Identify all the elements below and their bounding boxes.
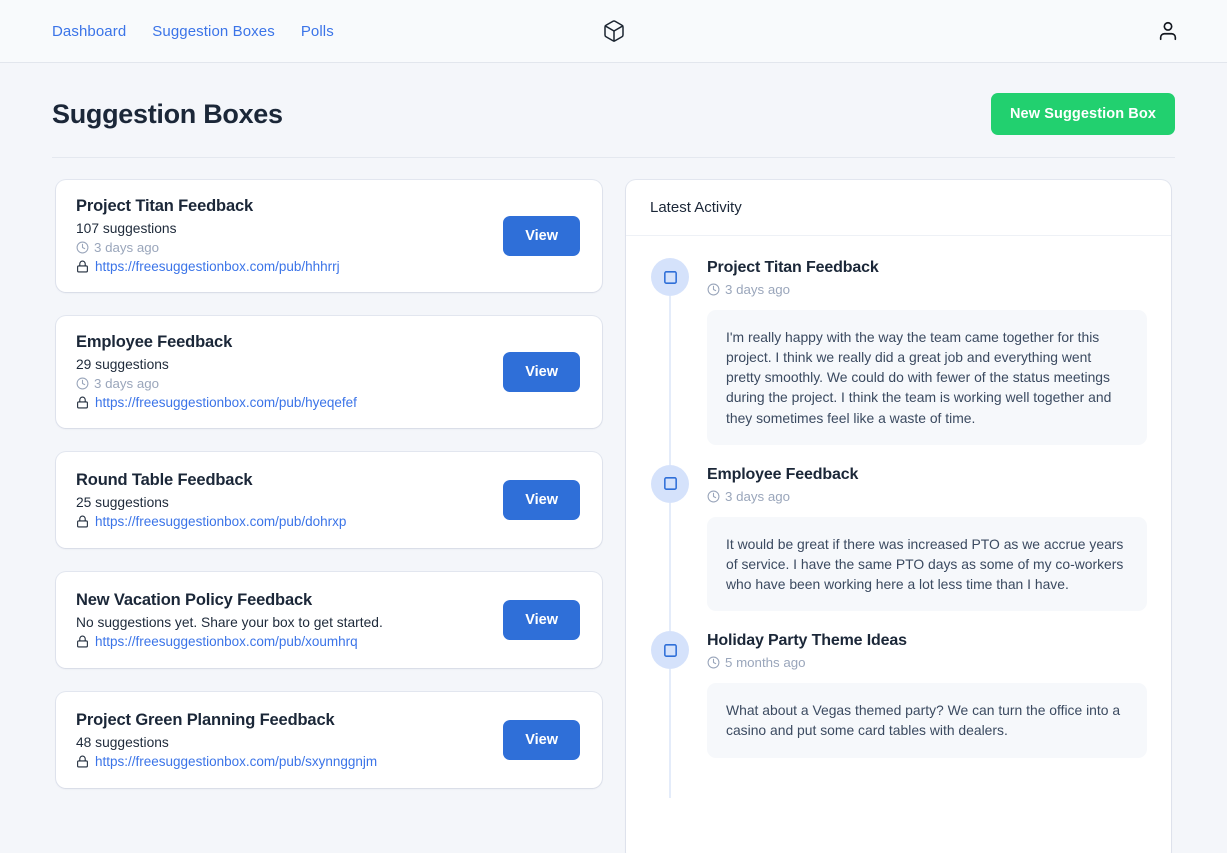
suggestion-box-url-row: https://freesuggestionbox.com/pub/dohrxp xyxy=(76,514,346,529)
lock-icon xyxy=(76,635,89,648)
suggestion-box-title: Round Table Feedback xyxy=(76,471,346,490)
timeline-connector xyxy=(670,503,671,631)
view-button[interactable]: View xyxy=(503,600,580,640)
suggestion-box-title: New Vacation Policy Feedback xyxy=(76,591,383,610)
latest-activity-column: Latest Activity Project Titan Feedback 3 … xyxy=(626,180,1171,853)
timeline-connector xyxy=(670,296,671,465)
clock-icon xyxy=(707,656,720,669)
suggestion-box-count: 29 suggestions xyxy=(76,357,357,372)
activity-title[interactable]: Employee Feedback xyxy=(707,466,1147,484)
user-icon xyxy=(1157,20,1179,42)
activity-timeline: Project Titan Feedback 3 days ago I'm real… xyxy=(626,236,1171,778)
lock-icon xyxy=(76,515,89,528)
view-button[interactable]: View xyxy=(503,720,580,760)
clock-icon xyxy=(707,283,720,296)
suggestion-box-url-row: https://freesuggestionbox.com/pub/sxynng… xyxy=(76,754,377,769)
nav-link-polls[interactable]: Polls xyxy=(301,23,334,40)
activity-timestamp: 3 days ago xyxy=(707,489,1147,504)
suggestion-box-list: Project Titan Feedback 107 suggestions 3 d… xyxy=(56,180,602,853)
suggestion-box-info: Round Table Feedback 25 suggestions https:… xyxy=(76,471,346,529)
clock-icon xyxy=(76,241,89,254)
nav-link-dashboard[interactable]: Dashboard xyxy=(52,23,126,40)
activity-item: Employee Feedback 3 days ago It would be g… xyxy=(650,465,1147,631)
lock-icon xyxy=(76,755,89,768)
suggestion-box-card[interactable]: Round Table Feedback 25 suggestions https:… xyxy=(56,452,602,548)
activity-badge-column xyxy=(650,631,690,757)
suggestion-box-info: New Vacation Policy Feedback No suggestio… xyxy=(76,591,383,649)
lock-icon xyxy=(76,260,89,273)
cube-icon[interactable] xyxy=(601,18,627,44)
suggestion-box-title: Employee Feedback xyxy=(76,333,357,352)
activity-time-text: 3 days ago xyxy=(725,489,790,504)
activity-timestamp: 5 months ago xyxy=(707,655,1147,670)
suggestion-box-url[interactable]: https://freesuggestionbox.com/pub/sxynng… xyxy=(95,754,377,769)
suggestion-box-url[interactable]: https://freesuggestionbox.com/pub/hyeqef… xyxy=(95,395,357,410)
suggestion-box-info: Project Titan Feedback 107 suggestions 3 d… xyxy=(76,197,340,274)
top-navigation-bar: Dashboard Suggestion Boxes Polls xyxy=(0,0,1227,63)
activity-title[interactable]: Project Titan Feedback xyxy=(707,259,1147,277)
activity-content: Holiday Party Theme Ideas 5 months ago Wha… xyxy=(707,631,1147,757)
page-title: Suggestion Boxes xyxy=(52,99,283,130)
suggestion-box-count: No suggestions yet. Share your box to ge… xyxy=(76,615,383,630)
suggestion-box-count: 48 suggestions xyxy=(76,735,377,750)
view-button[interactable]: View xyxy=(503,352,580,392)
activity-badge xyxy=(651,258,689,296)
suggestion-box-time-text: 3 days ago xyxy=(94,240,159,255)
activity-badge-column xyxy=(650,258,690,445)
activity-time-text: 3 days ago xyxy=(725,282,790,297)
box-outline-icon xyxy=(662,642,679,659)
latest-activity-panel: Latest Activity Project Titan Feedback 3 … xyxy=(626,180,1171,853)
latest-activity-heading: Latest Activity xyxy=(626,180,1171,236)
suggestion-box-timestamp: 3 days ago xyxy=(76,376,357,391)
suggestion-box-url-row: https://freesuggestionbox.com/pub/xoumhr… xyxy=(76,634,383,649)
suggestion-box-title: Project Green Planning Feedback xyxy=(76,711,377,730)
suggestion-box-info: Project Green Planning Feedback 48 sugges… xyxy=(76,711,377,769)
activity-item: Project Titan Feedback 3 days ago I'm real… xyxy=(650,258,1147,465)
suggestion-box-count: 25 suggestions xyxy=(76,495,346,510)
activity-content: Project Titan Feedback 3 days ago I'm real… xyxy=(707,258,1147,445)
suggestion-box-info: Employee Feedback 29 suggestions 3 days ag… xyxy=(76,333,357,410)
suggestion-box-url[interactable]: https://freesuggestionbox.com/pub/hhhrrj xyxy=(95,259,340,274)
main-content: Project Titan Feedback 107 suggestions 3 d… xyxy=(0,180,1227,853)
suggestion-box-card[interactable]: Project Green Planning Feedback 48 sugges… xyxy=(56,692,602,788)
suggestion-box-title: Project Titan Feedback xyxy=(76,197,340,216)
suggestion-box-count: 107 suggestions xyxy=(76,221,340,236)
primary-nav: Dashboard Suggestion Boxes Polls xyxy=(52,23,334,40)
activity-comment: I'm really happy with the way the team c… xyxy=(707,310,1147,445)
activity-comment: What about a Vegas themed party? We can … xyxy=(707,683,1147,757)
box-outline-icon xyxy=(662,475,679,492)
suggestion-box-timestamp: 3 days ago xyxy=(76,240,340,255)
nav-link-suggestion-boxes[interactable]: Suggestion Boxes xyxy=(152,23,275,40)
suggestion-box-url[interactable]: https://freesuggestionbox.com/pub/xoumhr… xyxy=(95,634,358,649)
suggestion-box-card[interactable]: New Vacation Policy Feedback No suggestio… xyxy=(56,572,602,668)
view-button[interactable]: View xyxy=(503,216,580,256)
activity-time-text: 5 months ago xyxy=(725,655,806,670)
activity-timestamp: 3 days ago xyxy=(707,282,1147,297)
timeline-connector xyxy=(670,669,671,797)
clock-icon xyxy=(76,377,89,390)
suggestion-box-url-row: https://freesuggestionbox.com/pub/hyeqef… xyxy=(76,395,357,410)
page-header: Suggestion Boxes New Suggestion Box xyxy=(52,63,1175,158)
suggestion-box-time-text: 3 days ago xyxy=(94,376,159,391)
activity-comment: It would be great if there was increased… xyxy=(707,517,1147,611)
activity-content: Employee Feedback 3 days ago It would be g… xyxy=(707,465,1147,611)
lock-icon xyxy=(76,396,89,409)
view-button[interactable]: View xyxy=(503,480,580,520)
new-suggestion-box-button[interactable]: New Suggestion Box xyxy=(991,93,1175,135)
activity-badge xyxy=(651,631,689,669)
box-outline-icon xyxy=(662,269,679,286)
suggestion-box-card[interactable]: Project Titan Feedback 107 suggestions 3 d… xyxy=(56,180,602,292)
user-account-button[interactable] xyxy=(1155,18,1181,44)
suggestion-box-url-row: https://freesuggestionbox.com/pub/hhhrrj xyxy=(76,259,340,274)
activity-title[interactable]: Holiday Party Theme Ideas xyxy=(707,632,1147,650)
suggestion-box-url[interactable]: https://freesuggestionbox.com/pub/dohrxp xyxy=(95,514,346,529)
activity-badge-column xyxy=(650,465,690,611)
suggestion-box-card[interactable]: Employee Feedback 29 suggestions 3 days ag… xyxy=(56,316,602,428)
activity-item: Holiday Party Theme Ideas 5 months ago Wha… xyxy=(650,631,1147,777)
clock-icon xyxy=(707,490,720,503)
activity-badge xyxy=(651,465,689,503)
